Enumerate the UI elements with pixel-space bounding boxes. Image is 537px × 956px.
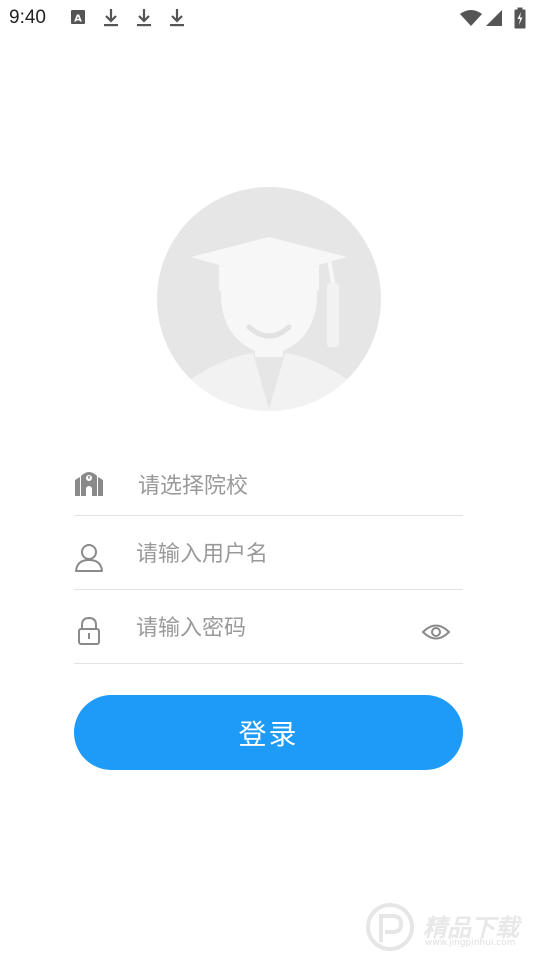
password-field	[74, 592, 463, 664]
battery-icon	[514, 7, 526, 29]
school-select[interactable]: 请选择院校	[74, 444, 463, 516]
login-screen: 9:40 A 请选择院校 请输入用户名 登录 精品下载 www.jingpinh…	[0, 0, 537, 956]
status-time: 9:40	[9, 7, 46, 28]
graduate-avatar	[157, 187, 381, 411]
status-bar: 9:40 A	[0, 0, 537, 38]
eye-icon[interactable]	[421, 622, 451, 642]
svg-text:A: A	[74, 14, 82, 25]
download-icon	[137, 9, 151, 27]
watermark-logo-icon	[366, 903, 414, 951]
signal-icon	[486, 10, 502, 26]
username-field	[74, 518, 463, 590]
a-notification-icon: A	[71, 10, 85, 25]
username-input[interactable]	[136, 534, 406, 574]
download-icon	[170, 9, 184, 27]
school-icon	[75, 472, 103, 496]
school-placeholder: 请选择院校	[138, 474, 249, 499]
login-button[interactable]: 登录	[74, 695, 463, 770]
wifi-icon	[460, 10, 482, 26]
watermark-url: www.jingpinhui.com	[425, 938, 516, 948]
user-icon	[75, 544, 103, 572]
watermark: 精品下载 www.jingpinhui.com	[361, 900, 531, 952]
download-icon	[104, 9, 118, 27]
password-input[interactable]	[136, 608, 406, 648]
lock-icon	[78, 616, 100, 645]
